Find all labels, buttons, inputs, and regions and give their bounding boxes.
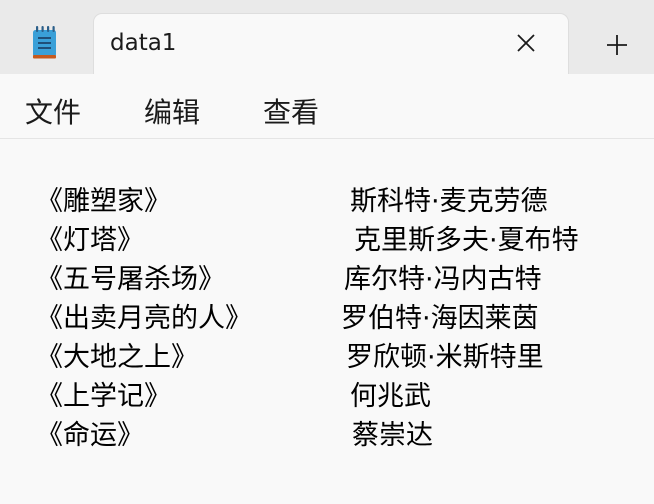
text-line: 《雕塑家》 斯科特·麦克劳德 bbox=[0, 179, 654, 219]
menu-edit[interactable]: 编辑 bbox=[144, 91, 200, 131]
tab-title: data1 bbox=[110, 30, 177, 56]
book-author: 克里斯多夫·夏布特 bbox=[354, 225, 579, 256]
menu-file[interactable]: 文件 bbox=[25, 91, 81, 131]
text-line: 《出卖月亮的人》 罗伯特·海因莱茵 bbox=[0, 296, 654, 336]
book-title: 《命运》 bbox=[36, 420, 144, 451]
add-tab-icon[interactable] bbox=[604, 32, 630, 58]
text-line: 《命运》 蔡崇达 bbox=[0, 413, 654, 453]
notepad-app-icon bbox=[33, 26, 56, 59]
menu-bar: 文件 编辑 查看 bbox=[0, 74, 654, 139]
book-author: 库尔特·冯内古特 bbox=[344, 264, 542, 295]
text-line: 《灯塔》 克里斯多夫·夏布特 bbox=[0, 218, 654, 258]
book-title: 《雕塑家》 bbox=[36, 186, 171, 217]
book-title: 《上学记》 bbox=[36, 381, 171, 412]
book-author: 斯科特·麦克劳德 bbox=[350, 186, 548, 217]
text-editor[interactable]: 《雕塑家》 斯科特·麦克劳德 《灯塔》 克里斯多夫·夏布特 《五号屠杀场》 库尔… bbox=[0, 139, 654, 504]
notepad-window: data1 文件 编辑 查看 《雕塑家》 斯科特·麦克劳德 《灯塔》 克里斯多夫… bbox=[0, 0, 654, 504]
close-icon[interactable] bbox=[514, 31, 538, 55]
book-title: 《灯塔》 bbox=[36, 225, 144, 256]
tab-data1[interactable]: data1 bbox=[93, 13, 569, 75]
book-title: 《五号屠杀场》 bbox=[36, 264, 225, 295]
book-title: 《大地之上》 bbox=[36, 342, 198, 373]
book-author: 罗欣顿·米斯特里 bbox=[346, 342, 544, 373]
book-title: 《出卖月亮的人》 bbox=[36, 303, 252, 334]
book-author: 罗伯特·海因莱茵 bbox=[341, 303, 539, 334]
text-line: 《大地之上》 罗欣顿·米斯特里 bbox=[0, 335, 654, 375]
text-line: 《上学记》 何兆武 bbox=[0, 374, 654, 414]
menu-view[interactable]: 查看 bbox=[263, 91, 319, 131]
book-author: 蔡崇达 bbox=[352, 420, 433, 451]
text-line: 《五号屠杀场》 库尔特·冯内古特 bbox=[0, 257, 654, 297]
tab-strip: data1 bbox=[0, 0, 654, 75]
book-author: 何兆武 bbox=[350, 381, 431, 412]
